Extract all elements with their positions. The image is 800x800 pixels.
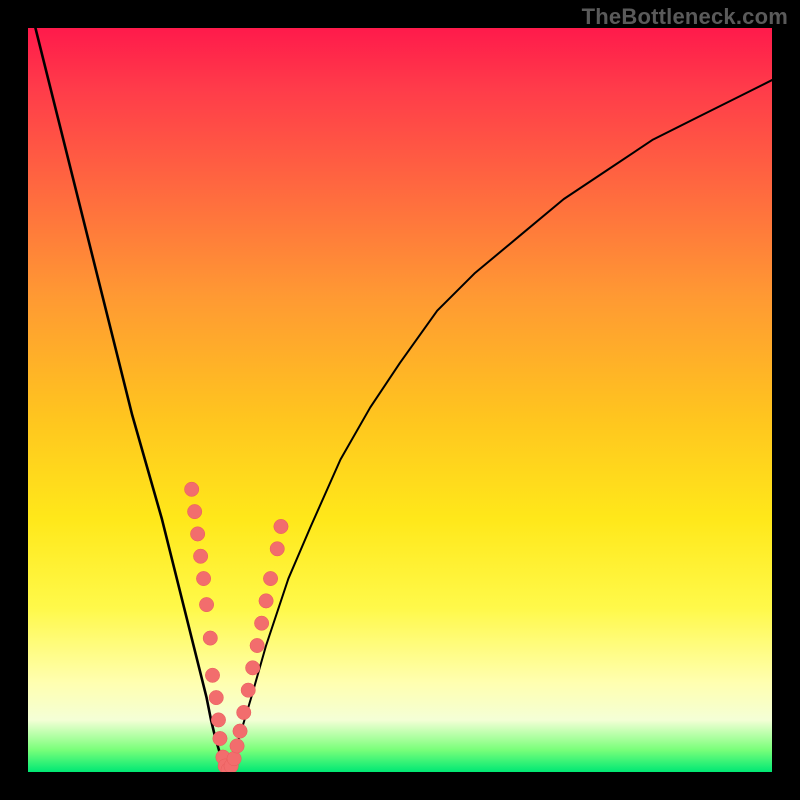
data-marker — [250, 638, 264, 652]
chart-frame: TheBottleneck.com — [0, 0, 800, 800]
data-marker — [199, 597, 213, 611]
data-marker — [274, 519, 288, 533]
data-marker — [241, 683, 255, 697]
data-marker — [203, 631, 217, 645]
data-marker — [263, 571, 277, 585]
data-marker — [259, 594, 273, 608]
data-marker — [184, 482, 198, 496]
data-marker — [196, 571, 210, 585]
data-marker — [211, 713, 225, 727]
data-marker — [227, 751, 241, 765]
plot-area — [28, 28, 772, 772]
data-marker — [237, 705, 251, 719]
data-marker — [245, 661, 259, 675]
data-marker — [233, 724, 247, 738]
data-marker — [230, 739, 244, 753]
data-marker — [193, 549, 207, 563]
curve-left-branch — [28, 28, 227, 771]
bottleneck-curve — [28, 28, 772, 772]
data-marker — [187, 504, 201, 518]
data-marker — [254, 616, 268, 630]
curve-right-branch — [227, 80, 772, 770]
data-marker — [205, 668, 219, 682]
data-marker — [190, 527, 204, 541]
data-marker — [270, 542, 284, 556]
data-marker — [209, 690, 223, 704]
data-marker — [213, 731, 227, 745]
watermark-label: TheBottleneck.com — [582, 4, 788, 30]
